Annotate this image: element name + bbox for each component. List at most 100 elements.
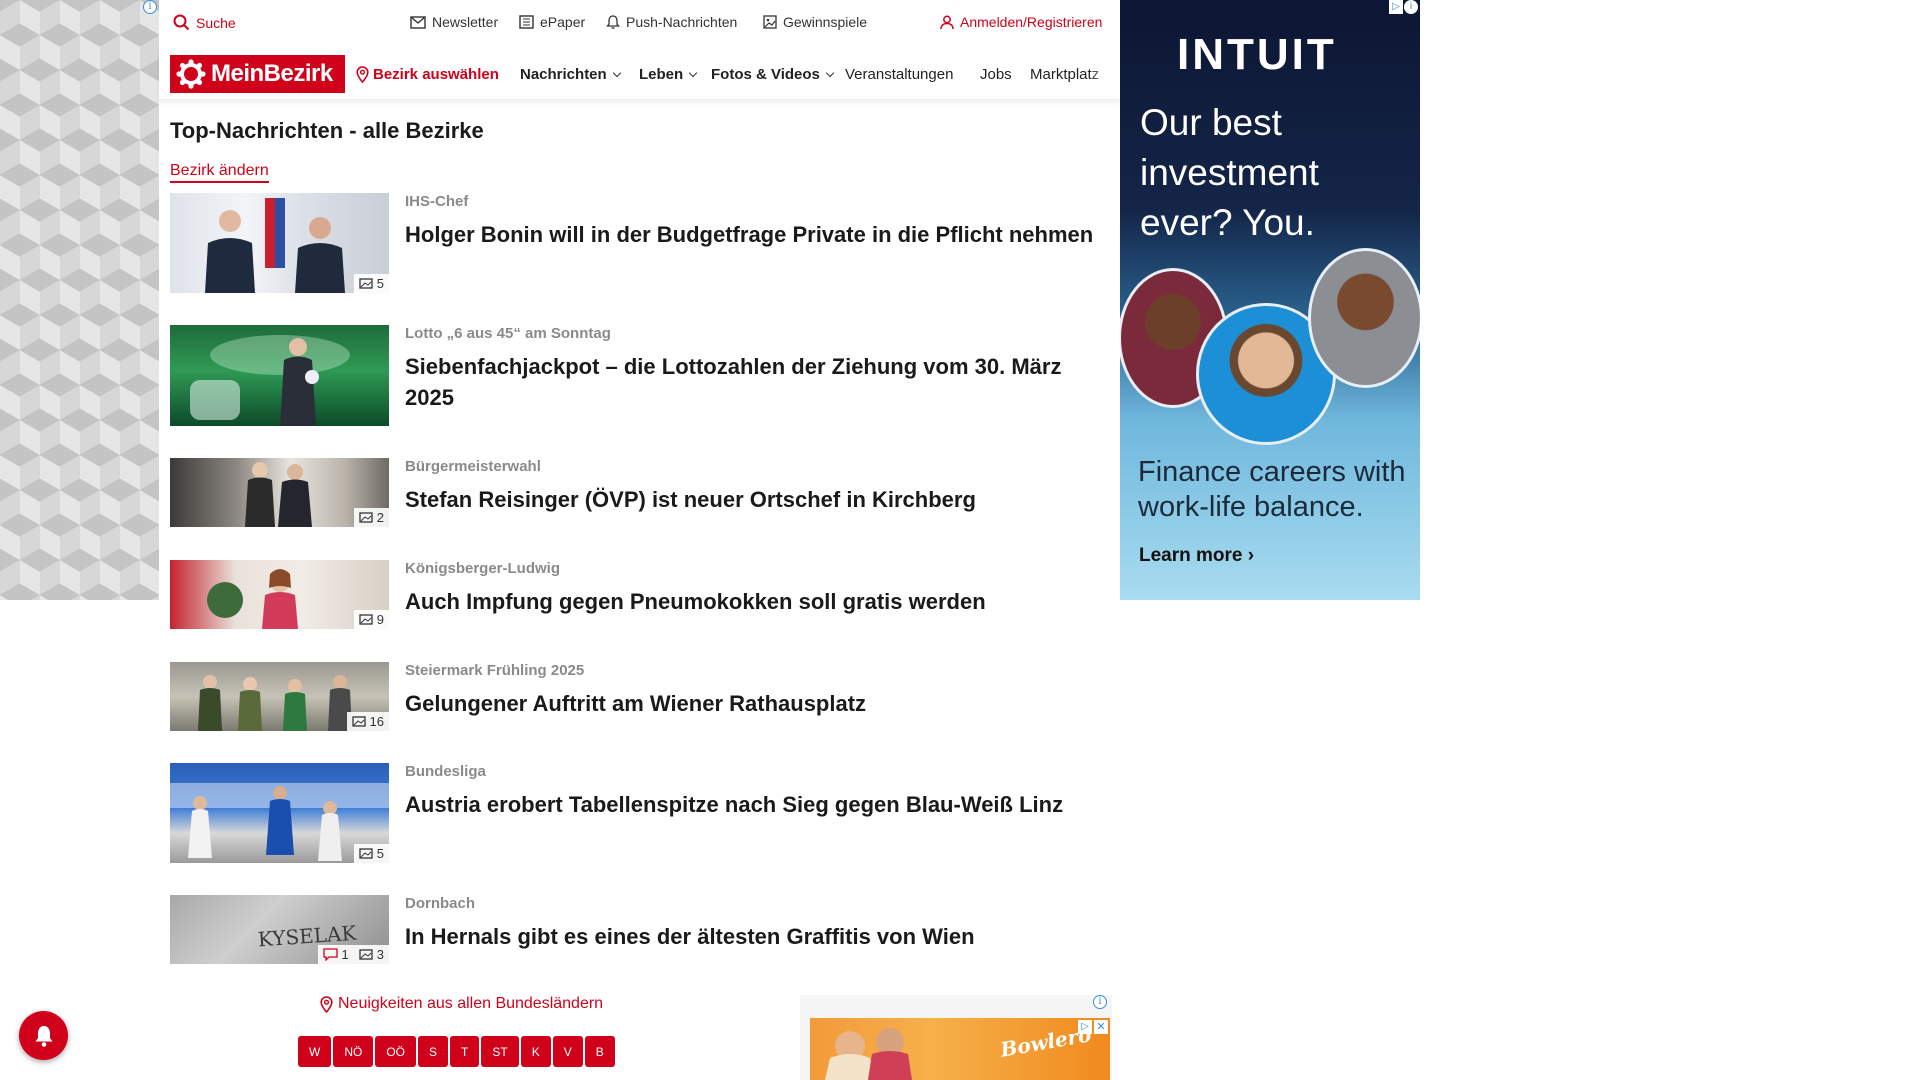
location-pin-icon xyxy=(320,995,333,1013)
photo-count: 2 xyxy=(376,510,384,525)
state-button-t[interactable]: T xyxy=(450,1036,480,1067)
ad-tagline: Our best investment ever? You. xyxy=(1140,102,1319,243)
state-button-s[interactable]: S xyxy=(418,1036,449,1067)
comment-icon xyxy=(322,948,338,961)
state-button-st[interactable]: ST xyxy=(481,1036,519,1067)
bottom-ad-image[interactable]: Bowlero ▷ ✕ xyxy=(810,1018,1110,1080)
article-headline[interactable]: Holger Bonin will in der Budgetfrage Pri… xyxy=(405,219,1110,250)
epaper-label: ePaper xyxy=(540,14,586,30)
ad-info-icon[interactable]: i xyxy=(143,0,157,14)
article-thumbnail[interactable]: 2 xyxy=(170,458,389,527)
chevron-down-icon xyxy=(825,68,835,77)
article-thumbnail[interactable] xyxy=(170,325,389,426)
photo-count-badge: 9 xyxy=(353,610,389,629)
epaper-link[interactable]: ePaper xyxy=(519,14,585,30)
bell-icon xyxy=(606,14,620,29)
gift-icon xyxy=(763,15,777,29)
newsletter-link[interactable]: Newsletter xyxy=(410,14,498,30)
article-headline[interactable]: Austria erobert Tabellenspitze nach Sieg… xyxy=(405,789,1110,820)
ad-info-icon[interactable]: i xyxy=(1093,995,1107,1009)
bottom-ad[interactable]: i Bowlero ▷ ✕ xyxy=(800,995,1112,1080)
ad-cta-link[interactable]: Learn more › xyxy=(1139,545,1254,567)
image-icon xyxy=(359,614,373,625)
state-button-ooe[interactable]: OÖ xyxy=(375,1036,416,1067)
article-kicker: Lotto „6 aus 45“ am Sonntag xyxy=(405,325,611,342)
article-kicker: Königsberger-Ludwig xyxy=(405,560,560,577)
nav-label: Fotos & Videos xyxy=(711,66,820,83)
state-button-b[interactable]: B xyxy=(584,1036,615,1067)
state-button-k[interactable]: K xyxy=(520,1036,551,1067)
adchoices-icon[interactable]: ▷ xyxy=(1389,0,1403,14)
article-thumbnail[interactable]: 5 xyxy=(170,193,389,293)
article-thumbnail[interactable]: 16 xyxy=(170,662,389,731)
photo-count-badge: 5 xyxy=(353,274,389,293)
article-kicker: Dornbach xyxy=(405,895,476,912)
nav-label: Leben xyxy=(639,66,684,83)
newsletter-label: Newsletter xyxy=(432,14,499,30)
photo-count-badge: 16 xyxy=(346,712,389,731)
article-headline[interactable]: In Hernals gibt es eines der ältesten Gr… xyxy=(405,921,1110,952)
site-logo[interactable]: MeinBezirk xyxy=(170,55,345,93)
article-thumbnail[interactable]: 9 xyxy=(170,560,389,629)
location-pin-icon xyxy=(356,66,369,83)
games-label: Gewinnspiele xyxy=(783,14,868,30)
login-link[interactable]: Anmelden/Registrieren xyxy=(940,14,1102,30)
nav-item-nachrichten[interactable]: Nachrichten xyxy=(520,66,621,83)
nav-label: Marktplatz xyxy=(1030,66,1100,83)
ad-person-photo xyxy=(1308,248,1420,388)
logo-text: MeinBezirk xyxy=(211,60,333,87)
ad-brand: INTUIT xyxy=(1177,30,1337,79)
search-link[interactable]: Suche xyxy=(173,14,236,31)
all-states-label: Neuigkeiten aus allen Bundesländern xyxy=(338,995,604,1012)
article-thumbnail[interactable]: KYSELAK 1 3 xyxy=(170,895,389,964)
photo-count: 9 xyxy=(376,612,384,627)
section-title: Top-Nachrichten - alle Bezirke xyxy=(170,118,484,143)
district-select-label: Bezirk auswählen xyxy=(373,66,499,83)
ad-choices[interactable]: ▷ i xyxy=(1389,0,1418,14)
nav-item-veranstaltungen[interactable]: Veranstaltungen xyxy=(845,66,953,83)
article-photo xyxy=(190,335,350,426)
state-button-w[interactable]: W xyxy=(298,1036,332,1067)
search-label: Suche xyxy=(196,14,236,31)
games-link[interactable]: Gewinnspiele xyxy=(763,14,867,30)
background-pattern xyxy=(0,0,159,600)
main-navigation: MeinBezirk Bezirk auswählen Nachrichten … xyxy=(159,48,1120,100)
article-thumbnail[interactable]: 5 xyxy=(170,763,389,863)
nav-label: Jobs xyxy=(980,66,1012,83)
utility-bar: Suche Newsletter ePaper Push-Nachrichten… xyxy=(159,0,1120,46)
adchoices-icon[interactable]: ▷ xyxy=(1078,1020,1092,1034)
chevron-down-icon xyxy=(688,68,698,77)
notification-bell-button[interactable] xyxy=(19,1011,68,1060)
close-icon[interactable]: ✕ xyxy=(1094,1020,1108,1034)
article-headline[interactable]: Siebenfachjackpot – die Lottozahlen der … xyxy=(405,351,1110,413)
state-button-v[interactable]: V xyxy=(552,1036,583,1067)
login-label: Anmelden/Registrieren xyxy=(960,14,1103,30)
all-states-link[interactable]: Neuigkeiten aus allen Bundesländern xyxy=(320,995,603,1013)
nav-item-jobs[interactable]: Jobs xyxy=(980,66,1012,83)
ad-choices[interactable]: ▷ ✕ xyxy=(1078,1020,1108,1034)
bell-icon xyxy=(35,1025,52,1047)
push-link[interactable]: Push-Nachrichten xyxy=(606,14,737,30)
nav-item-fotos-videos[interactable]: Fotos & Videos xyxy=(711,66,835,83)
ad-info-icon[interactable]: i xyxy=(1404,0,1418,14)
article-kicker: Bundesliga xyxy=(405,763,486,780)
state-button-noe[interactable]: NÖ xyxy=(333,1036,374,1067)
state-button-group: W NÖ OÖ S T ST K V B xyxy=(298,1036,615,1067)
nav-item-leben[interactable]: Leben xyxy=(639,66,698,83)
sidebar-ad[interactable]: ▷ i INTUIT Our best investment ever? You… xyxy=(1120,0,1420,600)
change-district-link[interactable]: Bezirk ändern xyxy=(170,162,269,183)
article-headline[interactable]: Gelungener Auftritt am Wiener Rathauspla… xyxy=(405,688,1110,719)
mail-icon xyxy=(410,15,426,29)
image-icon xyxy=(359,512,373,523)
image-icon xyxy=(359,278,373,289)
logo-icon xyxy=(176,59,206,89)
article-headline[interactable]: Auch Impfung gegen Pneumokokken soll gra… xyxy=(405,586,1110,617)
newspaper-icon xyxy=(519,15,534,29)
main-column: Suche Newsletter ePaper Push-Nachrichten… xyxy=(159,0,1120,1080)
photo-count-badge: 2 xyxy=(353,508,389,527)
nav-item-marktplatz[interactable]: Marktplatz xyxy=(1030,66,1115,83)
article-headline[interactable]: Stefan Reisinger (ÖVP) ist neuer Ortsche… xyxy=(405,484,1110,515)
photo-count: 16 xyxy=(369,714,384,729)
district-select[interactable]: Bezirk auswählen xyxy=(356,66,499,83)
article-kicker: Steiermark Frühling 2025 xyxy=(405,662,585,679)
